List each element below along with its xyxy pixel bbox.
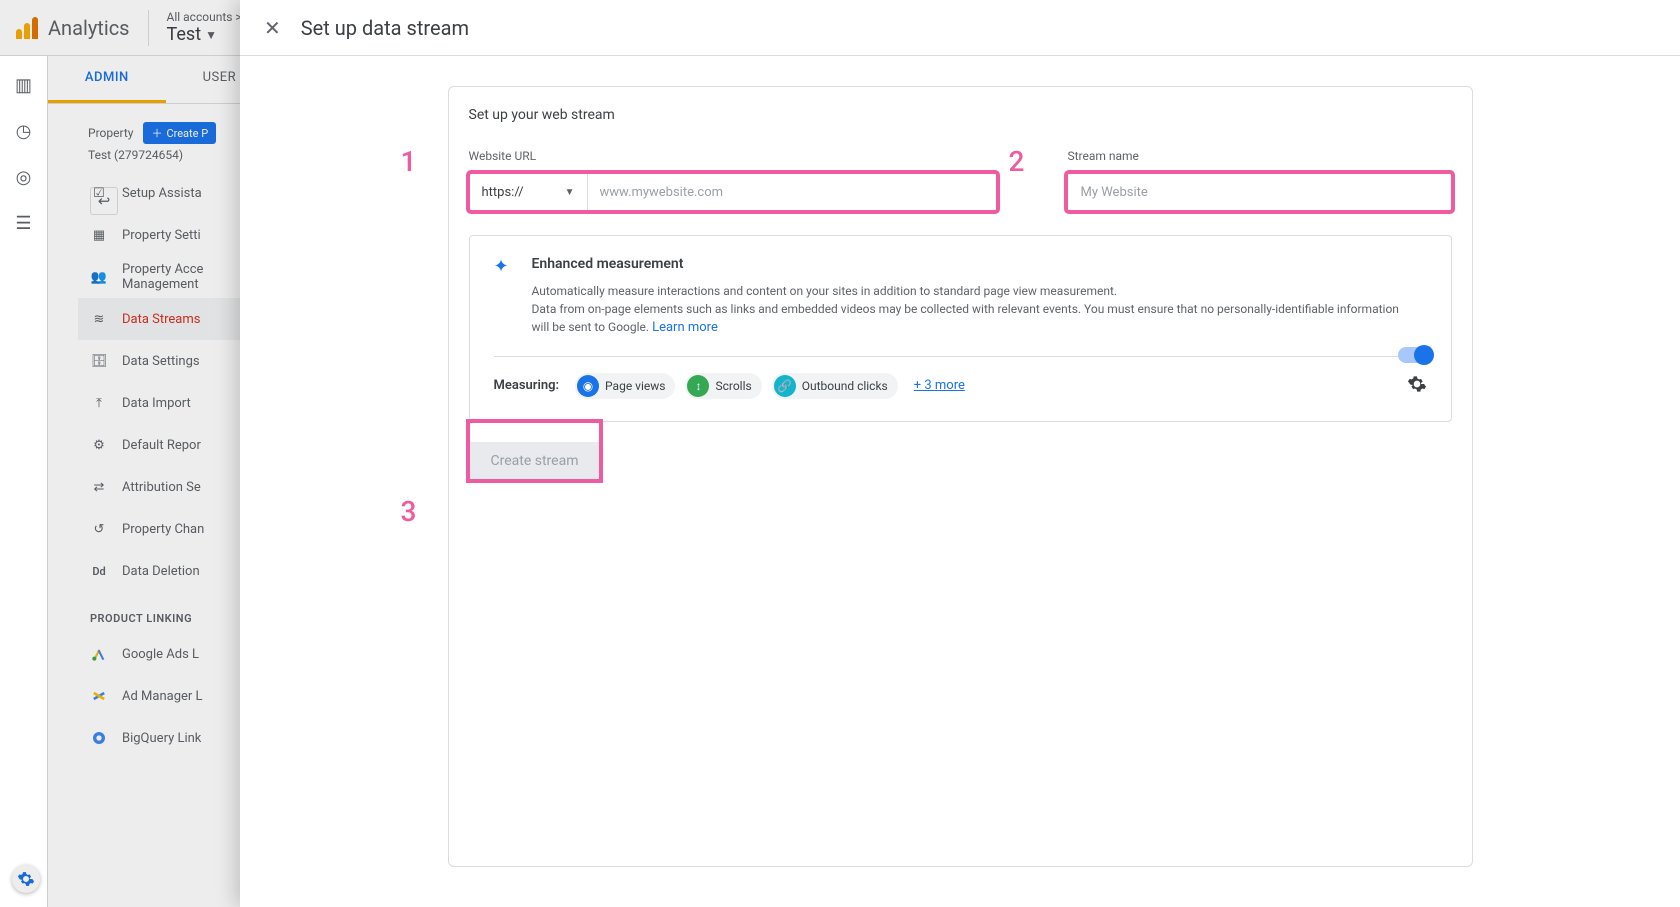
- bigquery-icon: [90, 730, 108, 746]
- reports-icon[interactable]: ▥: [13, 74, 35, 96]
- upload-icon: ⤒: [90, 396, 108, 411]
- panel-header: ✕ Set up data stream: [240, 0, 1680, 56]
- create-stream-button[interactable]: Create stream: [469, 442, 601, 480]
- measuring-row: Measuring: ◉Page views ↕Scrolls 🔗Outboun…: [494, 373, 1427, 399]
- left-nav-rail: ▥ ◷ ◎ ☰: [0, 56, 48, 907]
- sliders-icon: ⚙: [90, 438, 108, 453]
- scroll-icon: ↕: [687, 375, 709, 397]
- chevron-down-icon: ▼: [205, 28, 217, 42]
- streams-icon: ≋: [90, 312, 108, 327]
- website-url-input[interactable]: [588, 174, 997, 210]
- link-icon: 🔗: [774, 375, 796, 397]
- dd-icon: Dd: [90, 565, 108, 578]
- people-icon: 👥: [90, 270, 108, 285]
- protocol-select[interactable]: https:// ▼: [470, 174, 588, 210]
- stream-name-label: Stream name: [1067, 149, 1451, 163]
- analytics-logo-icon: [16, 17, 38, 39]
- website-url-field: https:// ▼: [469, 173, 998, 211]
- annotation-2: 2: [1009, 145, 1025, 178]
- database-icon: 🗄: [90, 354, 108, 369]
- product-name: Analytics: [48, 16, 130, 40]
- website-url-label: Website URL: [469, 149, 998, 163]
- setup-card: Set up your web stream 1 2 3 Website URL…: [448, 86, 1473, 867]
- logo[interactable]: Analytics: [16, 16, 130, 40]
- eye-icon: ◉: [577, 375, 599, 397]
- learn-more-link[interactable]: Learn more: [652, 320, 718, 335]
- explore-icon[interactable]: ◷: [13, 120, 35, 142]
- layout-icon: ▦: [90, 228, 108, 243]
- check-square-icon: ☑: [90, 186, 108, 201]
- enhanced-toggle[interactable]: [1398, 347, 1432, 363]
- chip-page-views: ◉Page views: [575, 373, 675, 399]
- chevron-down-icon: ▼: [565, 187, 575, 198]
- chip-outbound-clicks: 🔗Outbound clicks: [772, 373, 898, 399]
- annotation-1: 1: [401, 145, 417, 178]
- more-events-link[interactable]: + 3 more: [914, 378, 965, 393]
- divider: [148, 10, 149, 46]
- attribution-icon: ⇄: [90, 480, 108, 495]
- breadcrumb[interactable]: All accounts > b Test ▼: [167, 10, 252, 45]
- breadcrumb-current-text: Test: [167, 24, 202, 45]
- stream-name-input[interactable]: [1067, 173, 1451, 211]
- property-label: Property: [88, 126, 133, 140]
- protocol-value: https://: [482, 185, 524, 200]
- sparkle-icon: ✦: [494, 256, 514, 277]
- breadcrumb-current: Test ▼: [167, 24, 252, 45]
- gear-icon: [17, 870, 35, 888]
- advertising-icon[interactable]: ◎: [13, 166, 35, 188]
- create-stream-highlight: Create stream: [469, 422, 601, 480]
- chip-scrolls: ↕Scrolls: [685, 373, 761, 399]
- setup-data-stream-panel: ✕ Set up data stream Set up your web str…: [240, 0, 1680, 907]
- measuring-label: Measuring:: [494, 378, 560, 393]
- history-icon: ↺: [90, 522, 108, 537]
- enhanced-measurement-card: ✦ Enhanced measurement Automatically mea…: [469, 235, 1452, 422]
- card-title: Set up your web stream: [469, 107, 1452, 123]
- enhanced-title: Enhanced measurement: [532, 256, 1427, 272]
- annotation-3: 3: [401, 495, 417, 528]
- ad-manager-icon: [90, 688, 108, 704]
- settings-gear-icon[interactable]: [1407, 374, 1427, 398]
- panel-title: Set up data stream: [301, 16, 469, 40]
- close-icon[interactable]: ✕: [264, 16, 281, 40]
- divider: [494, 356, 1427, 357]
- breadcrumb-path: All accounts > b: [167, 10, 252, 24]
- admin-gear-button[interactable]: [12, 865, 40, 893]
- tab-admin[interactable]: ADMIN: [48, 56, 166, 103]
- create-property-button[interactable]: ＋Create P: [143, 122, 216, 144]
- configure-icon[interactable]: ☰: [13, 212, 35, 234]
- google-ads-icon: [90, 646, 108, 662]
- enhanced-description: Automatically measure interactions and c…: [532, 282, 1412, 338]
